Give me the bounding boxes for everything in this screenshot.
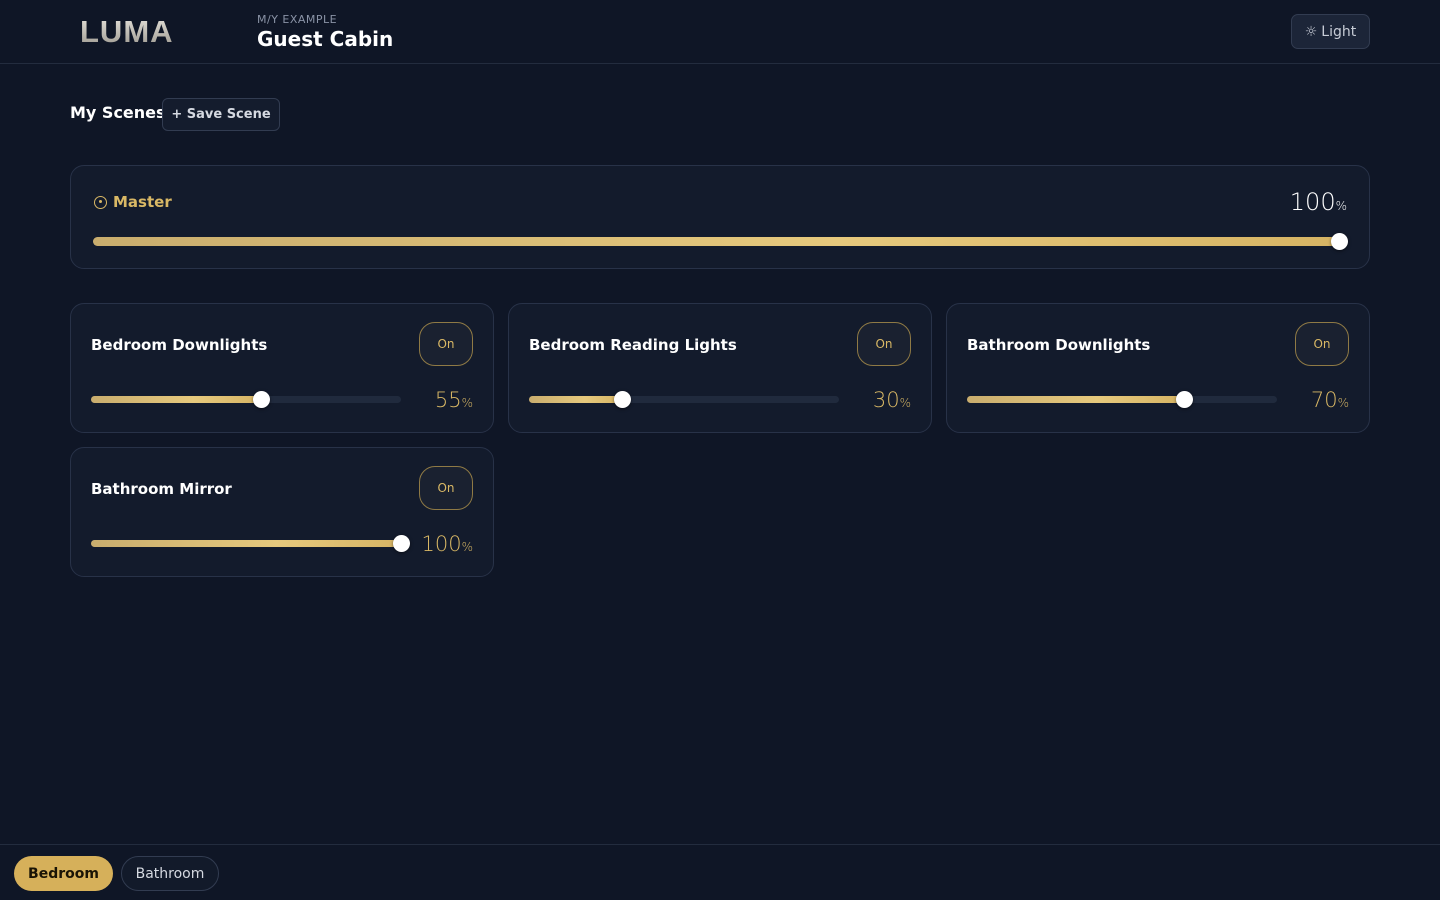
master-percentage: 100% — [1290, 188, 1347, 216]
light-slider-thumb[interactable] — [392, 535, 410, 552]
light-slider-thumb[interactable] — [253, 391, 270, 408]
light-name: Bathroom Mirror — [91, 480, 232, 498]
theme-toggle-label: Light — [1321, 23, 1357, 40]
vessel-name: M/Y EXAMPLE — [257, 13, 338, 26]
top-bar: LUMA M/Y EXAMPLE Guest Cabin ☼ Light — [0, 0, 1440, 64]
master-value: 100 — [1289, 188, 1336, 216]
light-slider[interactable] — [967, 391, 1277, 408]
light-slider[interactable] — [91, 535, 410, 552]
light-slider-thumb[interactable] — [1175, 391, 1193, 408]
theme-toggle-button[interactable]: ☼ Light — [1291, 14, 1370, 49]
room-tab-bedroom[interactable]: Bedroom — [14, 856, 113, 891]
light-toggle-button[interactable]: On — [1295, 322, 1349, 366]
cabin-title: Guest Cabin — [257, 27, 394, 51]
master-label-group: Master — [94, 193, 172, 211]
master-slider-thumb[interactable] — [1330, 233, 1348, 250]
light-slider[interactable] — [529, 391, 839, 408]
light-toggle-button[interactable]: On — [857, 322, 911, 366]
light-unit: % — [899, 396, 911, 410]
scenes-title: My Scenes — [70, 103, 166, 122]
light-value: 70 — [1310, 388, 1338, 412]
light-slider-fill — [91, 540, 401, 547]
luma-logo: LUMA — [80, 17, 174, 45]
light-card-bathroom-mirror: Bathroom Mirror On 100% — [70, 447, 494, 577]
svg-text:LUMA: LUMA — [80, 17, 174, 45]
light-percentage: 70% — [1311, 388, 1349, 412]
sun-icon: ☼ — [1304, 23, 1318, 40]
light-unit: % — [461, 396, 473, 410]
master-card: Master 100% — [70, 165, 1370, 269]
light-value: 55 — [434, 388, 462, 412]
master-unit: % — [1335, 199, 1347, 213]
master-slider-fill — [93, 237, 1339, 246]
master-power-icon — [94, 195, 107, 209]
light-name: Bathroom Downlights — [967, 336, 1151, 354]
master-label: Master — [113, 193, 172, 211]
light-unit: % — [461, 540, 473, 554]
light-unit: % — [1337, 396, 1349, 410]
room-tab-bar: Bedroom Bathroom — [0, 844, 1440, 900]
light-toggle-button[interactable]: On — [419, 322, 473, 366]
light-slider-fill — [967, 396, 1184, 403]
light-percentage: 100% — [422, 532, 474, 556]
master-slider[interactable] — [93, 233, 1348, 250]
light-card-bathroom-downlights: Bathroom Downlights On 70% — [946, 303, 1370, 433]
room-tab-bathroom[interactable]: Bathroom — [121, 856, 219, 891]
light-slider-fill — [91, 396, 262, 403]
light-slider-thumb[interactable] — [613, 391, 631, 408]
light-slider-fill — [529, 396, 622, 403]
light-card-bedroom-downlights: Bedroom Downlights On 55% — [70, 303, 494, 433]
light-slider[interactable] — [91, 391, 401, 408]
light-value: 100 — [421, 532, 462, 556]
light-card-bedroom-reading-lights: Bedroom Reading Lights On 30% — [508, 303, 932, 433]
light-percentage: 55% — [435, 388, 473, 412]
light-name: Bedroom Reading Lights — [529, 336, 737, 354]
light-value: 30 — [872, 388, 900, 412]
light-name: Bedroom Downlights — [91, 336, 268, 354]
light-toggle-button[interactable]: On — [419, 466, 473, 510]
save-scene-button[interactable]: + Save Scene — [162, 98, 280, 131]
light-percentage: 30% — [873, 388, 911, 412]
